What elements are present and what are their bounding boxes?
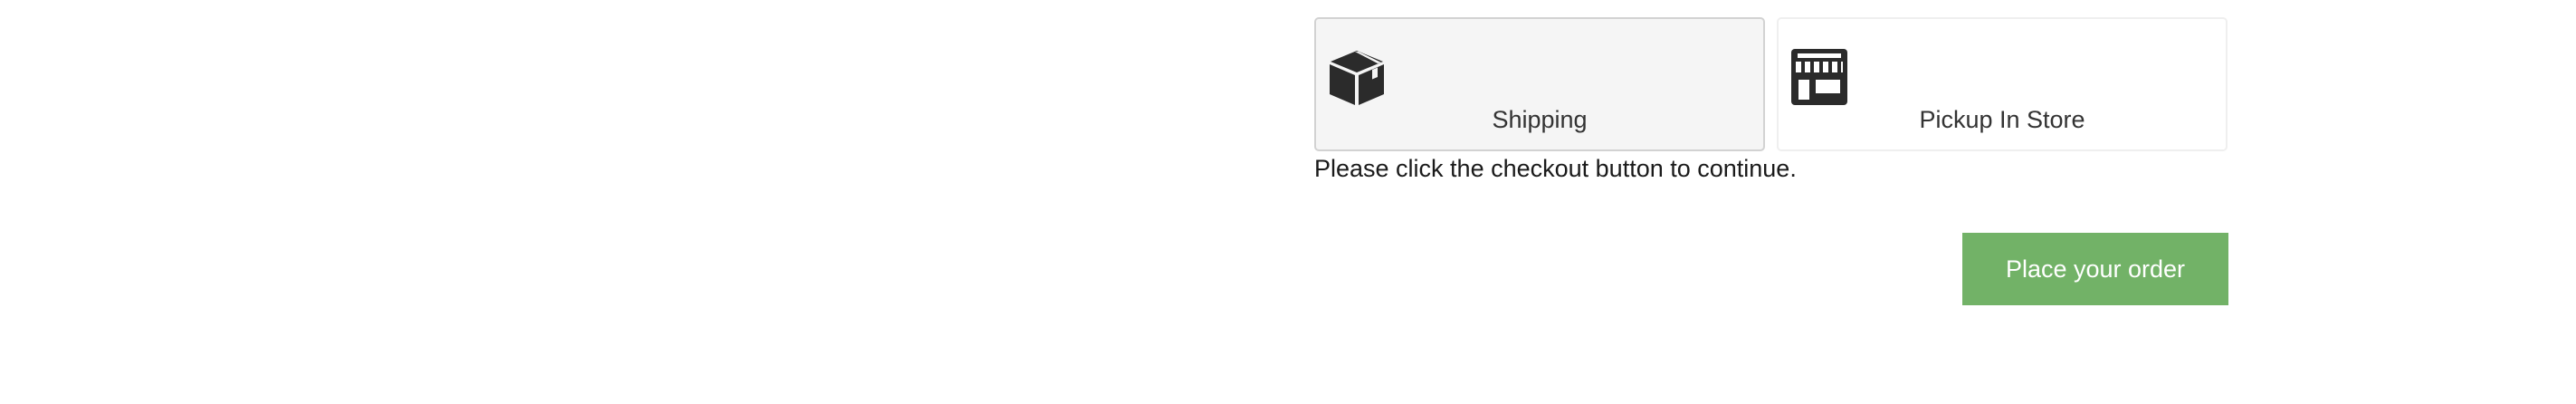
box-icon <box>1330 51 1384 105</box>
place-order-button[interactable]: Place your order <box>1962 233 2228 305</box>
delivery-option-pickup-in-store[interactable]: Pickup In Store <box>1777 17 2228 151</box>
storefront-icon <box>1791 49 1847 105</box>
delivery-option-label: Shipping <box>1492 106 1588 133</box>
delivery-option-label: Pickup In Store <box>1919 106 2085 133</box>
checkout-instruction: Please click the checkout button to cont… <box>1314 155 1797 182</box>
delivery-option-shipping[interactable]: Shipping <box>1314 17 1765 151</box>
